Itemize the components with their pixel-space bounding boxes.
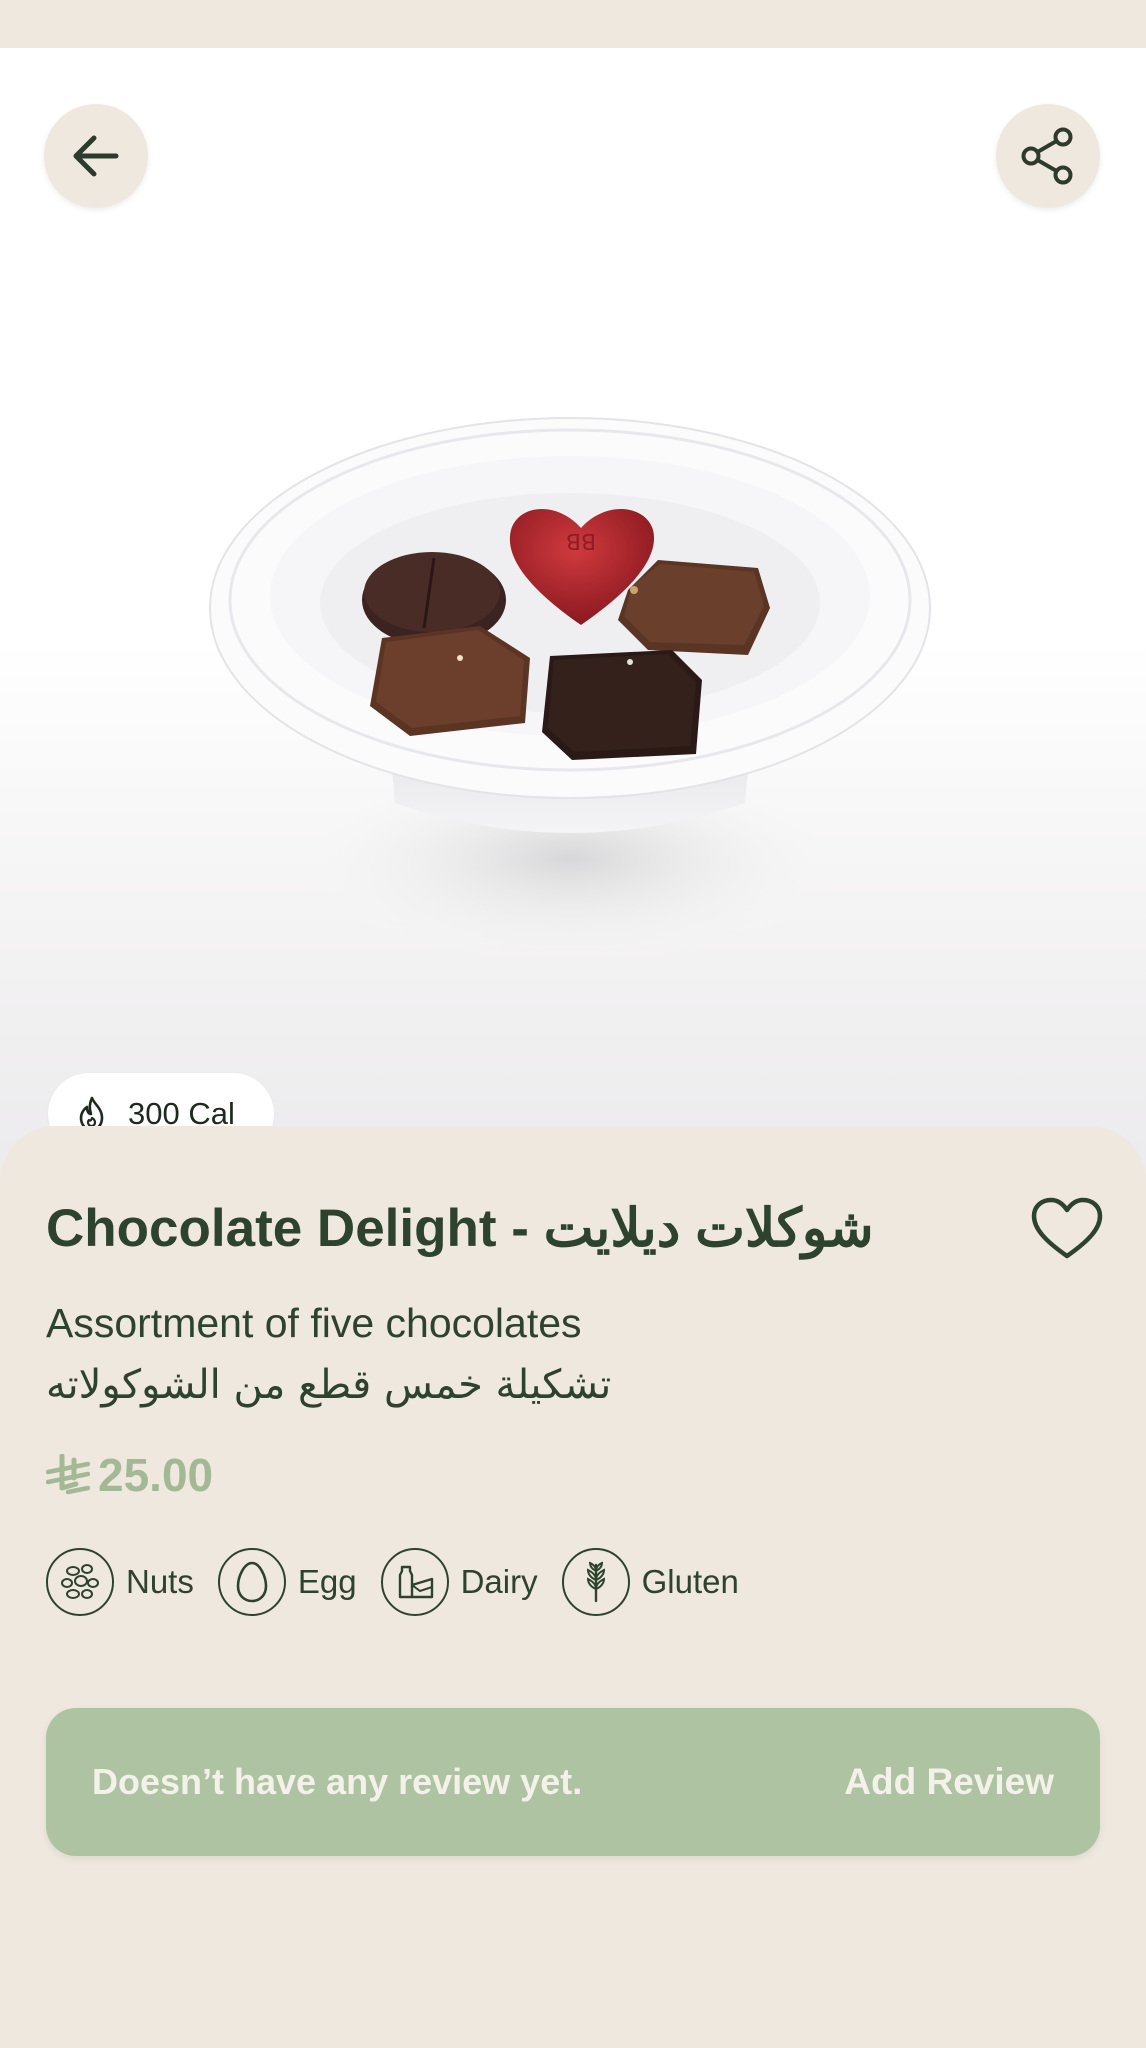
allergen-label: Gluten	[641, 1563, 739, 1600]
favorite-button[interactable]	[1030, 1196, 1104, 1262]
review-bar: Doesn’t have any review yet. Add Review	[46, 1708, 1100, 1856]
share-icon	[1021, 127, 1073, 185]
nuts-icon	[46, 1548, 114, 1616]
heart-outline-icon	[1031, 1197, 1103, 1259]
allergen-label: Dairy	[460, 1563, 538, 1600]
wheat-icon	[561, 1548, 630, 1616]
allergen-gluten: Gluten	[561, 1548, 739, 1616]
product-description-ar: تشكيلة خمس قطع من الشوكولاته	[46, 1362, 612, 1408]
product-price: 25.00	[46, 1448, 213, 1502]
add-review-button[interactable]: Add Review	[844, 1761, 1054, 1803]
allergen-label: Nuts	[126, 1563, 194, 1600]
product-detail-screen: ꓭꓭ 300 Cal Chocolate Delight - شوكلات دي…	[0, 0, 1146, 2048]
allergen-nuts: Nuts	[46, 1548, 194, 1616]
no-review-message: Doesn’t have any review yet.	[92, 1761, 583, 1802]
product-title: Chocolate Delight - شوكلات ديلايت	[46, 1199, 874, 1258]
product-image: ꓭꓭ	[209, 417, 931, 968]
allergen-list: Nuts Egg Dairy Gluten	[46, 1548, 763, 1616]
svg-text:ꓭꓭ: ꓭꓭ	[566, 531, 596, 556]
arrow-left-icon	[73, 135, 119, 177]
allergen-label: Egg	[297, 1563, 357, 1600]
dairy-icon	[380, 1548, 449, 1616]
allergen-dairy: Dairy	[380, 1548, 538, 1616]
share-button[interactable]	[996, 104, 1100, 208]
saudi-riyal-icon	[46, 1454, 90, 1495]
allergen-egg: Egg	[217, 1548, 357, 1616]
product-hero: ꓭꓭ 300 Cal	[0, 48, 1146, 1188]
price-value: 25.00	[98, 1449, 214, 1501]
product-info-sheet: Chocolate Delight - شوكلات ديلايت Assort…	[0, 1126, 1146, 2048]
back-button[interactable]	[44, 104, 148, 208]
egg-icon	[217, 1548, 286, 1616]
product-description-en: Assortment of five chocolates	[46, 1300, 582, 1346]
status-bar	[0, 0, 1146, 48]
